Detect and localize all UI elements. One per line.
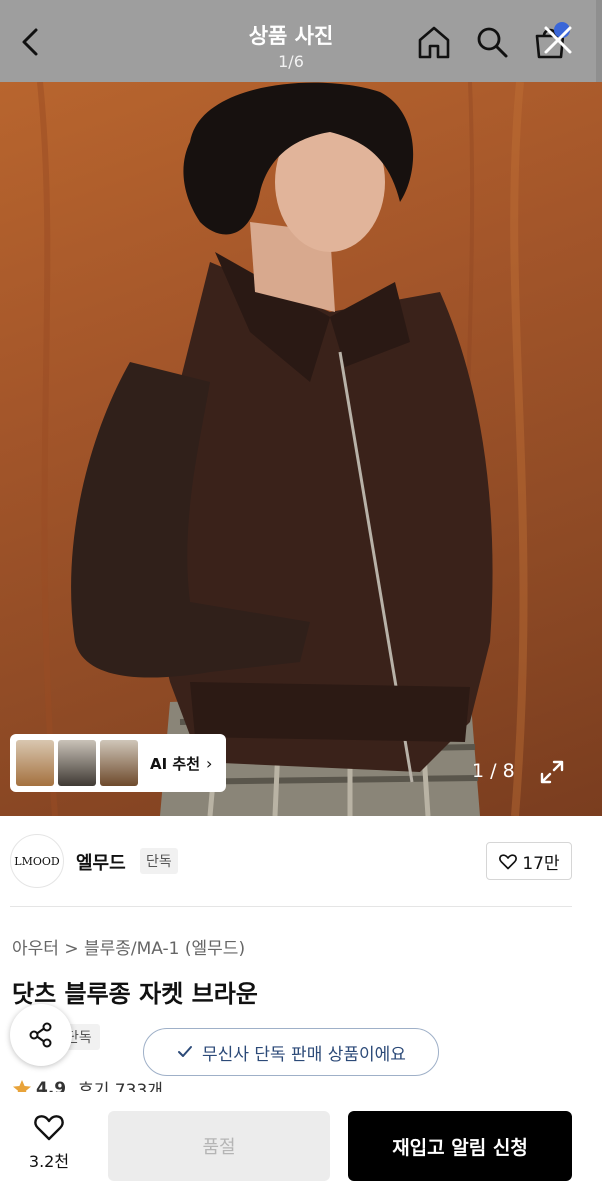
product-image[interactable]: AI 추천 › 1 / 8 xyxy=(0,82,602,816)
top-header: 상품 사진 1/6 xyxy=(0,0,602,82)
chevron-right-icon: › xyxy=(206,753,213,773)
brand-row: LMOOD 엘무드 단독 17만 xyxy=(0,816,602,906)
exclusive-toast-text: 무신사 단독 판매 상품이에요 xyxy=(202,1044,406,1065)
model-photo xyxy=(37,82,528,816)
brand-exclusive-badge: 단독 xyxy=(140,848,178,874)
brand-like-button[interactable]: 17만 xyxy=(486,842,572,880)
check-icon xyxy=(178,1046,193,1057)
expand-icon[interactable] xyxy=(536,756,568,788)
heart-icon xyxy=(499,854,518,870)
brand-like-count: 17만 xyxy=(522,853,560,874)
ai-thumb-2 xyxy=(58,740,96,786)
ai-recommend-button[interactable]: AI 추천 › xyxy=(10,734,226,792)
heart-icon xyxy=(34,1115,64,1141)
brand-logo[interactable]: LMOOD xyxy=(10,834,64,888)
ai-recommend-label: AI 추천 xyxy=(150,754,201,773)
share-button[interactable] xyxy=(10,1004,72,1066)
brand-name[interactable]: 엘무드 xyxy=(76,849,126,875)
exclusive-toast: 무신사 단독 판매 상품이에요 xyxy=(143,1028,439,1076)
ai-thumb-1 xyxy=(16,740,54,786)
divider xyxy=(10,906,572,907)
close-icon[interactable] xyxy=(536,18,576,58)
sold-out-button: 품절 xyxy=(108,1111,330,1181)
share-icon xyxy=(29,1022,52,1048)
scrollbar[interactable] xyxy=(596,0,602,82)
bottom-action-bar: 3.2천 품절 재입고 알림 신청 xyxy=(0,1092,602,1200)
image-index: 1 / 8 xyxy=(472,760,515,782)
breadcrumb[interactable]: 아우터 > 블루종/MA-1 (엘무드) xyxy=(12,934,245,959)
restock-alert-button[interactable]: 재입고 알림 신청 xyxy=(348,1111,572,1181)
wish-count: 3.2천 xyxy=(28,1152,70,1171)
ai-thumb-3 xyxy=(100,740,138,786)
product-title: 닷츠 블루종 자켓 브라운 xyxy=(12,980,258,1008)
wish-button[interactable]: 3.2천 xyxy=(18,1112,80,1172)
home-icon[interactable] xyxy=(414,22,454,62)
search-icon[interactable] xyxy=(472,22,512,62)
